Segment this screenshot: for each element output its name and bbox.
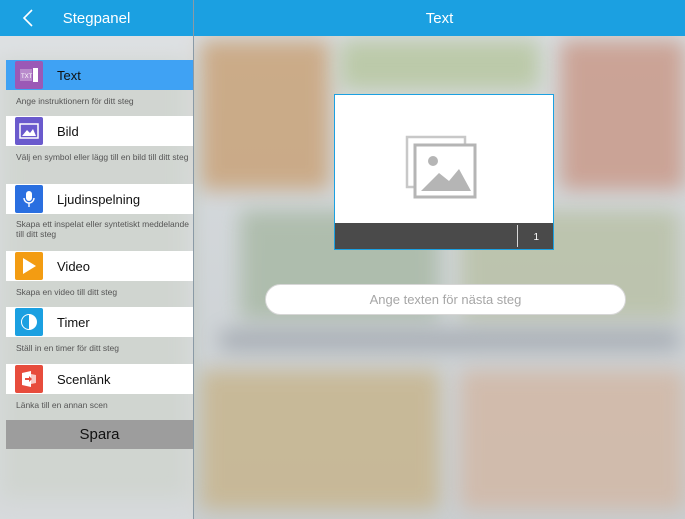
- save-button[interactable]: Spara: [6, 420, 193, 449]
- chevron-left-icon: [22, 9, 33, 27]
- step-description-timer: Ställ in en timer för ditt steg: [16, 343, 119, 353]
- editor-title: Text: [425, 9, 454, 27]
- step-description-image: Välj en symbol eller lägg till en bild t…: [16, 152, 189, 162]
- step-item-timer[interactable]: Timer: [6, 307, 193, 337]
- step-item-label: Scenlänk: [57, 371, 111, 387]
- editor-header: Text: [194, 0, 685, 36]
- image-placeholder-icon: [405, 135, 477, 199]
- step-item-label: Timer: [57, 314, 90, 330]
- image-icon: [15, 117, 43, 145]
- microphone-icon: [15, 185, 43, 213]
- scene-link-icon: [15, 365, 43, 393]
- next-step-input[interactable]: [265, 284, 626, 315]
- back-button[interactable]: [16, 5, 40, 31]
- step-item-label: Video: [57, 258, 91, 274]
- step-item-image[interactable]: Bild: [6, 116, 193, 146]
- step-description-text: Ange instruktionern för ditt steg: [16, 96, 134, 106]
- step-item-label: Bild: [57, 123, 79, 139]
- svg-text:TXT: TXT: [21, 74, 33, 80]
- step-number: 1: [533, 232, 539, 243]
- step-item-label: Ljudinspelning: [57, 191, 141, 207]
- step-item-label: Text: [57, 67, 81, 83]
- step-description-video: Skapa en video till ditt steg: [16, 287, 118, 297]
- step-description-scene-link: Länka till en annan scen: [16, 400, 108, 410]
- timer-icon: [15, 308, 43, 336]
- step-item-text[interactable]: TXT Text: [6, 60, 193, 90]
- text-icon: TXT: [15, 61, 43, 89]
- step-panel-header: Stegpanel: [0, 0, 193, 36]
- step-item-video[interactable]: Video: [6, 251, 193, 281]
- step-description-audio: Skapa ett inspelat eller syntetiskt medd…: [16, 219, 189, 239]
- step-panel-title: Stegpanel: [62, 9, 131, 27]
- step-item-scene-link[interactable]: Scenlänk: [6, 364, 193, 394]
- step-item-audio[interactable]: Ljudinspelning: [6, 184, 193, 214]
- card-footer-divider: [517, 225, 518, 247]
- card-footer: 1: [335, 223, 553, 249]
- step-panel: TXT Text Ange instruktionern för ditt st…: [0, 36, 193, 519]
- step-card[interactable]: 1: [334, 94, 554, 250]
- play-icon: [15, 252, 43, 280]
- panel-divider: [193, 0, 194, 519]
